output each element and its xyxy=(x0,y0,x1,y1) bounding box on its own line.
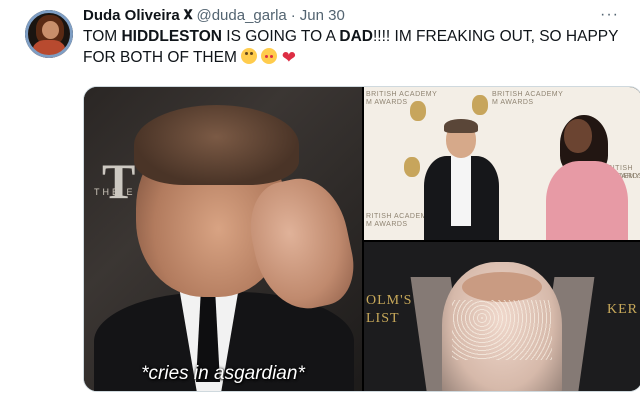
wall-text: RITISH ACADEMY xyxy=(366,213,433,220)
tweet-text-bold: DAD xyxy=(339,28,373,45)
sign-text-left-line: LIST xyxy=(366,311,400,326)
sign-text-left: OLM'S LIST xyxy=(366,292,412,328)
separator-dot: · xyxy=(290,6,296,24)
tweet-date[interactable]: Jun 30 xyxy=(300,7,345,24)
avatar-ring xyxy=(25,10,73,58)
tweet-card[interactable]: Duda Oliveira 𝐗 @duda_garla · Jun 30 ···… xyxy=(11,0,640,402)
tweet-text-part: IS GOING TO A xyxy=(221,28,340,45)
sign-text-right: KER xyxy=(607,302,638,317)
avatar[interactable] xyxy=(25,10,73,58)
sparkle-texture xyxy=(452,300,552,360)
author-name[interactable]: Duda Oliveira xyxy=(83,7,180,24)
award-mask-icon xyxy=(410,101,426,121)
tweet-text-bold: HIDDLESTON xyxy=(121,28,222,45)
red-heart-emoji-icon: ❤ xyxy=(281,48,297,67)
award-mask-icon xyxy=(404,157,420,177)
tweet-header: Duda Oliveira 𝐗 @duda_garla · Jun 30 xyxy=(83,4,345,26)
man-shirt xyxy=(451,156,471,226)
background-small-lettering: THE E xyxy=(94,187,136,197)
tweet-text-part: TOM xyxy=(83,28,122,45)
gif-media[interactable]: T THE E *cries in asgardian* xyxy=(84,87,362,391)
gif-caption: *cries in asgardian* xyxy=(141,363,305,384)
rolling-eyes-emoji-icon xyxy=(241,48,258,64)
sign-text-left-line: OLM'S xyxy=(366,293,413,308)
media-grid[interactable]: T THE E *cries in asgardian* BRITISH ACA… xyxy=(83,86,640,392)
hair-shape xyxy=(134,105,299,185)
wall-text: M AWARDS xyxy=(366,99,408,106)
woman-head xyxy=(564,119,592,153)
photo-red-carpet[interactable]: BRITISH ACADEMY M AWARDS BRITISH ACADEMY… xyxy=(364,87,640,240)
photo-gown[interactable]: OLM'S LIST KER xyxy=(364,242,640,391)
man-figure xyxy=(424,119,499,240)
tweet-text: TOM HIDDLESTON IS GOING TO A DAD!!!! IM … xyxy=(83,26,640,68)
shoulders-shape xyxy=(462,272,542,302)
man-hair xyxy=(444,119,478,133)
more-options-icon[interactable]: ··· xyxy=(600,6,619,24)
author-handle[interactable]: @duda_garla xyxy=(196,7,286,24)
wall-text: M AWARDS xyxy=(366,221,408,228)
woman-figure xyxy=(542,115,632,240)
gown-shape xyxy=(442,262,562,391)
background-lettering: T xyxy=(102,153,138,209)
smiling-face-with-hearts-emoji-icon xyxy=(261,48,278,64)
wall-text: BRITISH ACADEMY xyxy=(366,91,438,98)
wall-text: M AWARDS xyxy=(492,99,534,106)
name-mark-icon: 𝐗 xyxy=(183,7,193,22)
wall-text: BRITISH ACADEMY xyxy=(492,91,564,98)
woman-dress xyxy=(546,161,628,240)
award-mask-icon xyxy=(472,95,488,115)
